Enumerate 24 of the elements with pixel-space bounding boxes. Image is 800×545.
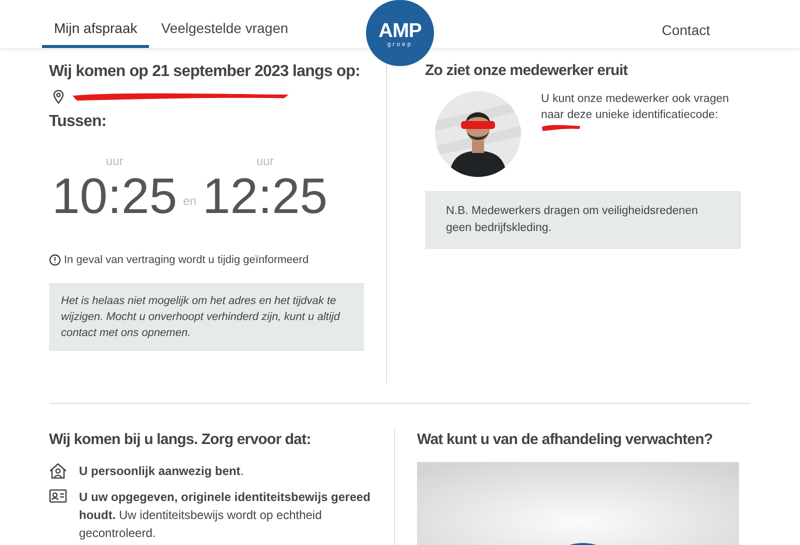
id-card-icon [49,488,67,502]
logo-text: AMP [378,21,422,41]
time-text: 10:25 [52,170,178,222]
location-pin-icon [53,90,64,104]
contact-link[interactable]: Contact [662,20,768,48]
house-person-icon [49,462,67,478]
redaction-mark [541,122,581,132]
employee-text: U kunt onze medewerker ook vragen naar deze unieke identificatiecode: [541,92,730,122]
employee-notice: N.B. Medewerkers dragen om veiligheidsredenen geen bedrijfskleding. [425,190,741,248]
delay-note: In geval van vertraging wordt u tijdig geïnformeerd [64,253,309,268]
joiner-text: en [183,193,196,210]
checklist-text: U persoonlijk aanwezig bent. [79,462,244,480]
notice-box: Het is helaas niet mogelijk om het adres en het tijdvak te wijzigen. Mocht u onverhoopt verhinderd zijn, kunt u altijd contact met ons opnemen. [49,282,364,350]
unit-label: uur [106,153,124,170]
appointment-heading: Wij komen op 21 september 2023 langs op: [49,62,362,82]
nav-tab[interactable]: Mijn afspraak [42,18,150,48]
time-text: 12:25 [202,170,328,222]
expectations-heading: Wat kunt u van de afhandeling verwachten? [417,430,714,450]
checklist-heading: Wij komen bij u langs. Zorg ervoor dat: [49,430,312,450]
nav-tab[interactable]: Veelgestelde vragen [149,18,300,48]
checklist-text: U uw opgegeven, originele identiteitsbewijs gereed houdt. Uw identiteitsbewijs wordt op echtheid gecontroleerd. [79,488,372,542]
between-label: Tussen: [49,112,108,132]
info-icon [49,254,61,266]
unit-label: uur [256,153,274,170]
